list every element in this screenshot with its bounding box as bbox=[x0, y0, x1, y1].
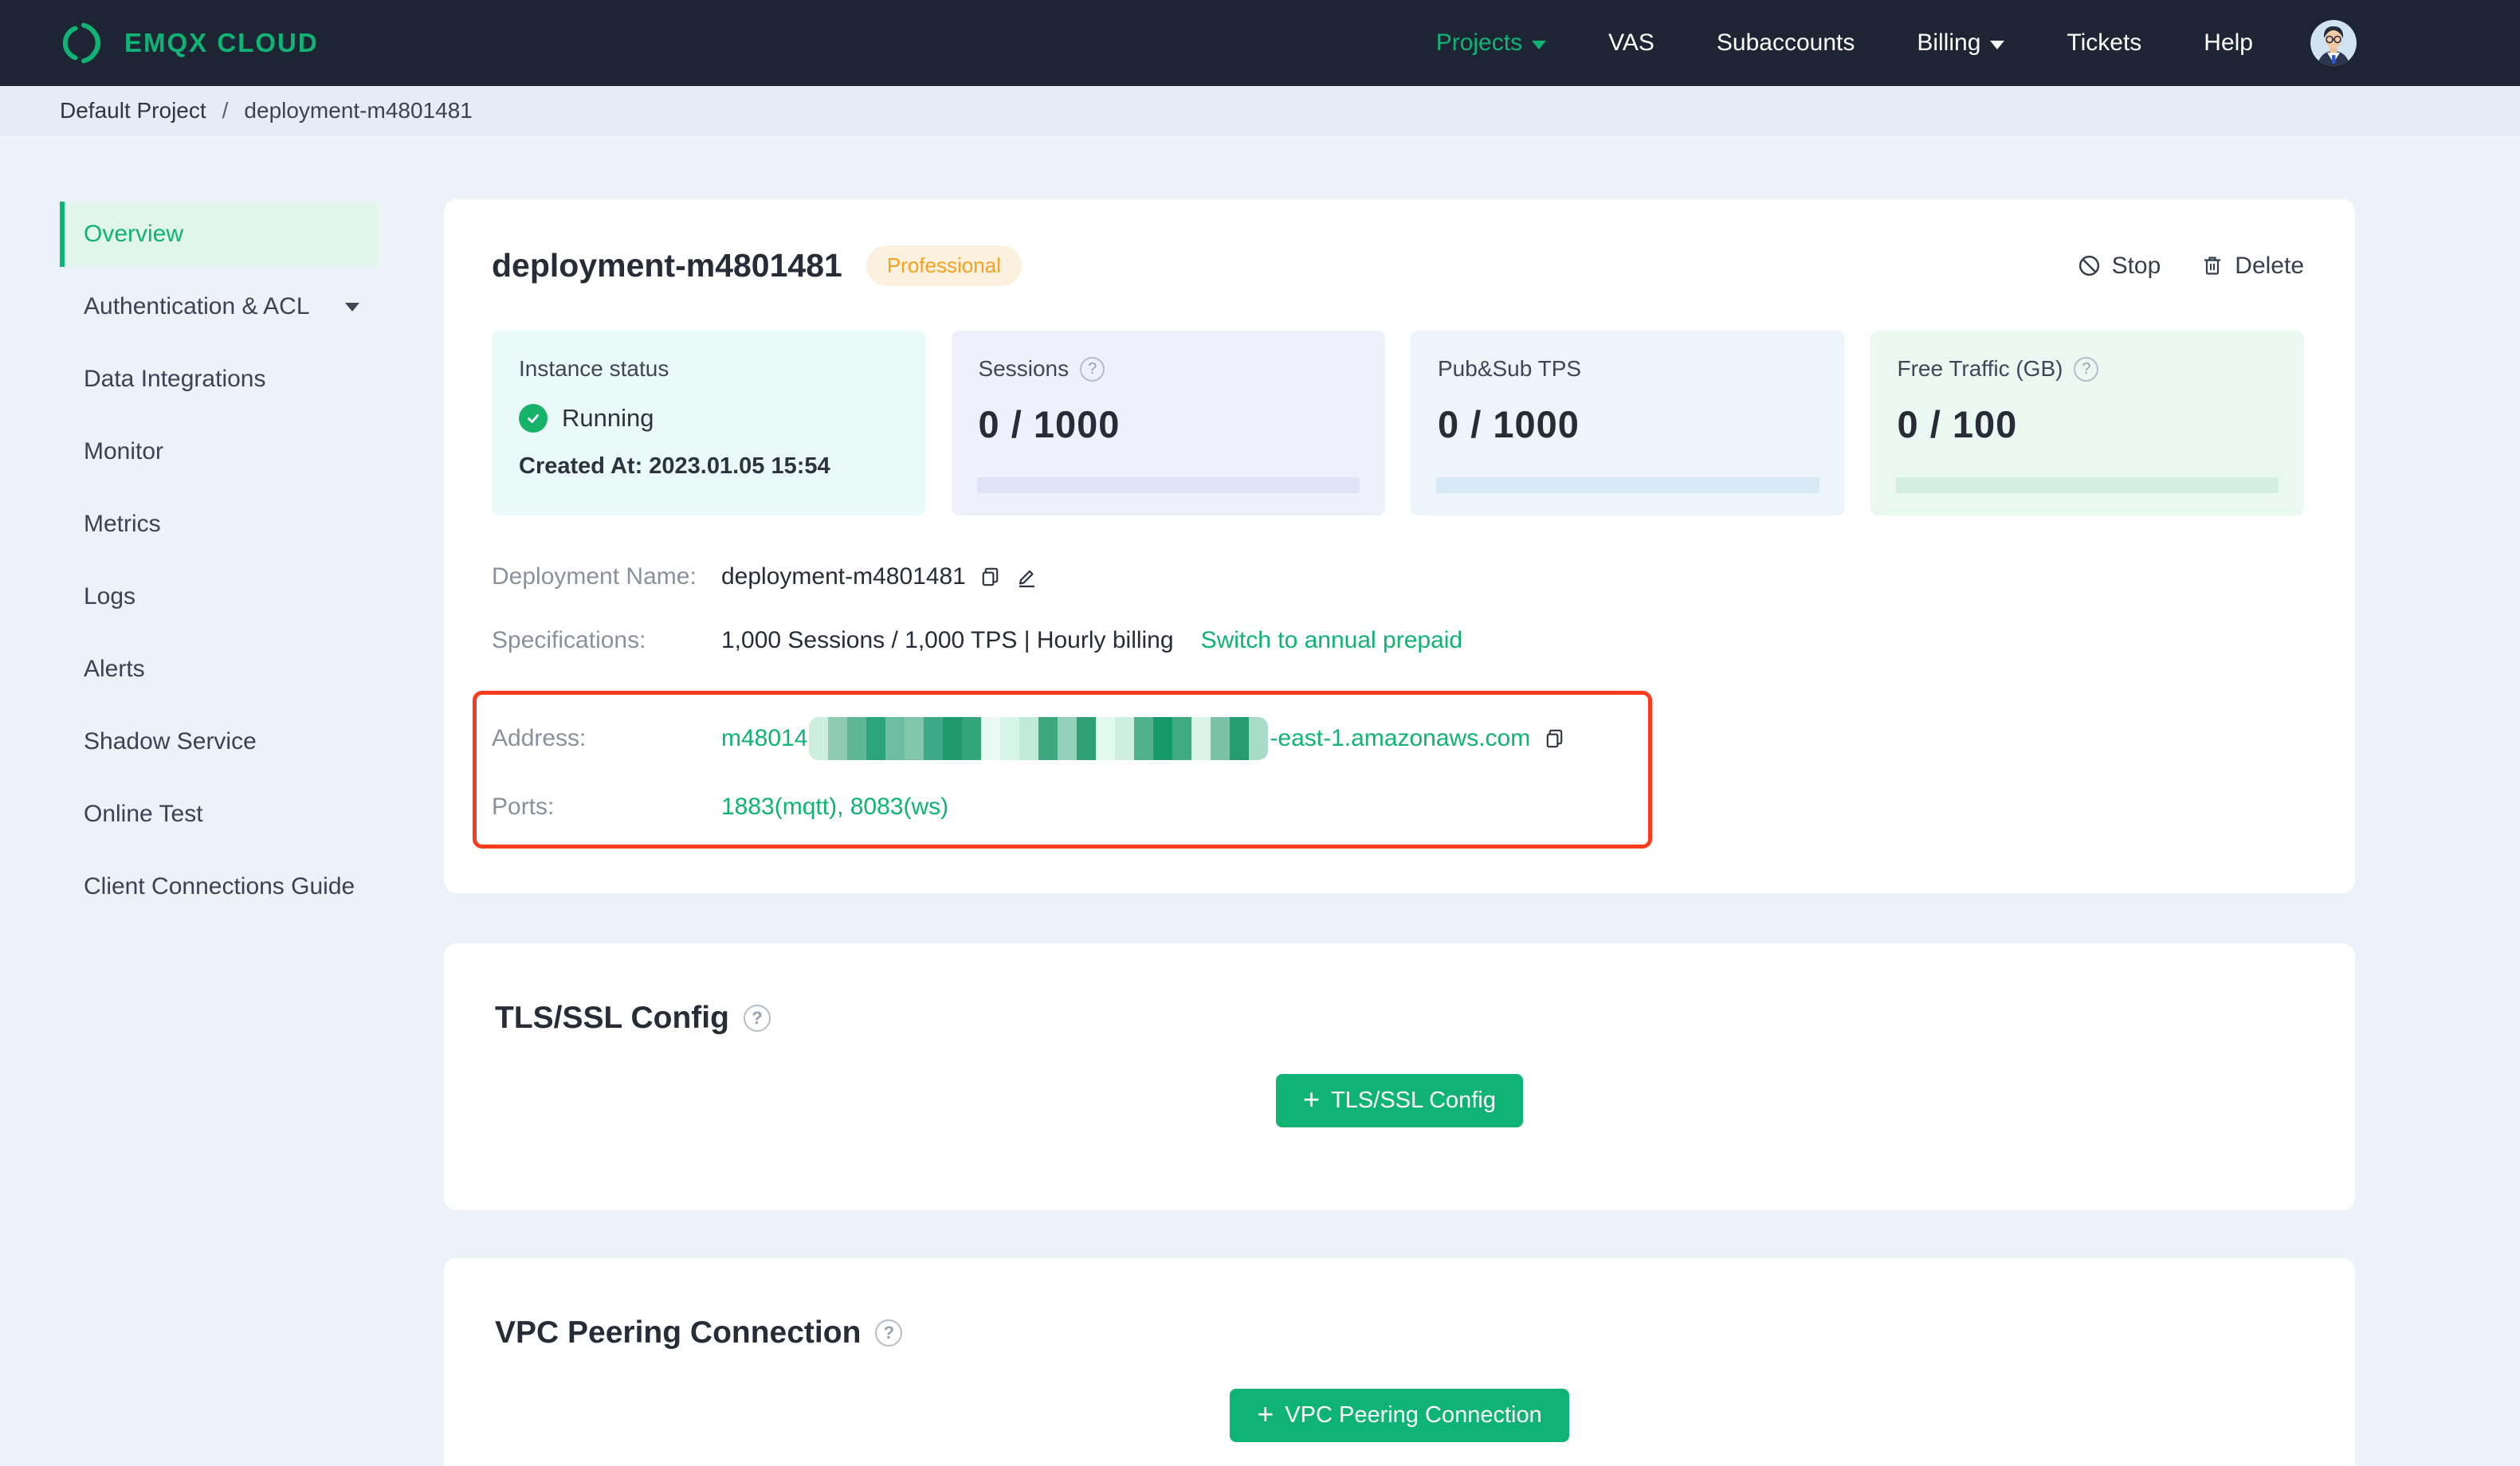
free-traffic-progress-bar bbox=[1895, 477, 2279, 493]
brand-logo[interactable]: EMQX CLOUD bbox=[61, 20, 319, 66]
chevron-down-icon bbox=[1532, 41, 1547, 49]
sidebar: Overview Authentication & ACL Data Integ… bbox=[60, 202, 379, 927]
deployment-name-row: Deployment Name: deployment-m4801481 bbox=[492, 563, 2304, 590]
sidebar-item-data-integrations[interactable]: Data Integrations bbox=[60, 347, 379, 412]
sessions-value: 0 / 1000 bbox=[978, 403, 1121, 445]
add-vpc-peering-connection-button[interactable]: + VPC Peering Connection bbox=[1230, 1389, 1569, 1442]
address-label: Address: bbox=[492, 725, 587, 751]
main-content: deployment-m4801481 Professional Stop De… bbox=[444, 199, 2355, 1466]
vpc-peering-heading: VPC Peering Connection bbox=[495, 1315, 862, 1350]
trash-icon bbox=[2204, 257, 2221, 275]
address-prefix: m48014 bbox=[721, 725, 808, 751]
nav-links: Projects VAS Subaccounts Billing Tickets… bbox=[1436, 29, 2253, 57]
stop-icon bbox=[2078, 255, 2099, 276]
sidebar-item-authentication-acl[interactable]: Authentication & ACL bbox=[60, 274, 379, 339]
user-avatar[interactable] bbox=[2310, 20, 2357, 66]
help-icon[interactable]: ? bbox=[743, 1005, 771, 1032]
ports-row: Ports: 1883(mqtt), 8083(ws) bbox=[492, 794, 1632, 821]
help-icon[interactable]: ? bbox=[875, 1319, 903, 1346]
instance-status-value: Running bbox=[562, 404, 654, 432]
nav-item-subaccounts[interactable]: Subaccounts bbox=[1717, 29, 1855, 57]
sidebar-item-metrics[interactable]: Metrics bbox=[60, 492, 379, 557]
pubsub-tps-card: Pub&Sub TPS 0 / 1000 bbox=[1411, 331, 1845, 515]
top-nav: EMQX CLOUD Projects VAS Subaccounts Bill… bbox=[0, 0, 2520, 86]
copy-icon[interactable] bbox=[979, 566, 1002, 589]
breadcrumb-current: deployment-m4801481 bbox=[244, 98, 473, 123]
specifications-label: Specifications: bbox=[492, 627, 646, 653]
vpc-peering-section-card: VPC Peering Connection ? + VPC Peering C… bbox=[444, 1258, 2355, 1466]
address-redacted-block bbox=[809, 717, 1269, 760]
stop-button[interactable]: Stop bbox=[2077, 253, 2161, 280]
sessions-progress-bar bbox=[976, 477, 1360, 493]
sessions-card: Sessions ? 0 / 1000 bbox=[951, 331, 1385, 515]
plan-badge: Professional bbox=[866, 245, 1022, 286]
created-at: Created At: 2023.01.05 15:54 bbox=[519, 453, 830, 479]
sidebar-item-overview[interactable]: Overview bbox=[60, 202, 379, 267]
sidebar-item-shadow-service[interactable]: Shadow Service bbox=[60, 709, 379, 774]
sidebar-item-logs[interactable]: Logs bbox=[60, 564, 379, 629]
chevron-down-icon bbox=[345, 302, 359, 312]
nav-item-billing[interactable]: Billing bbox=[1917, 29, 2005, 57]
plus-icon: + bbox=[1303, 1082, 1321, 1115]
address-row: Address: m48014 -east-1.amazonaws.com bbox=[492, 717, 1632, 760]
breadcrumb: Default Project / deployment-m4801481 bbox=[0, 86, 2520, 135]
help-icon[interactable]: ? bbox=[2074, 356, 2099, 382]
free-traffic-value: 0 / 100 bbox=[1897, 403, 2018, 445]
edit-icon[interactable] bbox=[1015, 565, 1038, 589]
brand-name: EMQX CLOUD bbox=[124, 28, 319, 57]
nav-item-help[interactable]: Help bbox=[2204, 29, 2253, 57]
breadcrumb-separator: / bbox=[222, 98, 229, 123]
nav-item-tickets[interactable]: Tickets bbox=[2067, 29, 2141, 57]
ports-value: 1883(mqtt), 8083(ws) bbox=[721, 794, 949, 820]
tls-ssl-section-card: TLS/SSL Config ? + TLS/SSL Config bbox=[444, 943, 2355, 1210]
nav-item-projects[interactable]: Projects bbox=[1436, 29, 1547, 57]
plus-icon: + bbox=[1257, 1397, 1274, 1430]
ports-label: Ports: bbox=[492, 794, 555, 820]
annotation-red-box: Address: m48014 -east-1.amazonaws.com Po… bbox=[473, 691, 1652, 849]
sidebar-item-online-test[interactable]: Online Test bbox=[60, 782, 379, 847]
pubsub-tps-value: 0 / 1000 bbox=[1438, 403, 1580, 445]
sessions-label: Sessions bbox=[978, 356, 1070, 381]
free-traffic-card: Free Traffic (GB) ? 0 / 100 bbox=[1870, 331, 2304, 515]
deployment-name-label: Deployment Name: bbox=[492, 563, 697, 590]
free-traffic-label: Free Traffic (GB) bbox=[1897, 356, 2063, 381]
sidebar-item-client-connections-guide[interactable]: Client Connections Guide bbox=[60, 854, 379, 919]
nav-item-vas[interactable]: VAS bbox=[1608, 29, 1654, 57]
instance-status-card: Instance status Running Created At: 2023… bbox=[492, 331, 926, 515]
breadcrumb-project[interactable]: Default Project bbox=[60, 98, 206, 123]
help-icon[interactable]: ? bbox=[1080, 356, 1105, 382]
copy-icon[interactable] bbox=[1543, 727, 1566, 751]
address-suffix: -east-1.amazonaws.com bbox=[1270, 725, 1531, 751]
deployment-overview-card: deployment-m4801481 Professional Stop De… bbox=[444, 199, 2355, 893]
pubsub-tps-progress-bar bbox=[1436, 477, 1819, 493]
delete-button[interactable]: Delete bbox=[2200, 253, 2304, 280]
tls-ssl-heading: TLS/SSL Config bbox=[495, 1001, 729, 1035]
deployment-title: deployment-m4801481 bbox=[492, 247, 842, 284]
add-tls-ssl-config-button[interactable]: + TLS/SSL Config bbox=[1276, 1074, 1523, 1127]
pubsub-tps-label: Pub&Sub TPS bbox=[1438, 356, 1582, 381]
instance-status-label: Instance status bbox=[519, 356, 669, 381]
deployment-name-value: deployment-m4801481 bbox=[721, 563, 966, 590]
emqx-logo-icon bbox=[62, 22, 101, 64]
check-circle-icon bbox=[519, 404, 548, 433]
chevron-down-icon bbox=[1990, 41, 2005, 49]
specifications-value: 1,000 Sessions / 1,000 TPS | Hourly bill… bbox=[721, 627, 1174, 653]
sidebar-item-alerts[interactable]: Alerts bbox=[60, 637, 379, 702]
sidebar-item-monitor[interactable]: Monitor bbox=[60, 419, 379, 484]
specifications-row: Specifications: 1,000 Sessions / 1,000 T… bbox=[492, 627, 2304, 654]
switch-annual-prepaid-link[interactable]: Switch to annual prepaid bbox=[1201, 627, 1463, 654]
